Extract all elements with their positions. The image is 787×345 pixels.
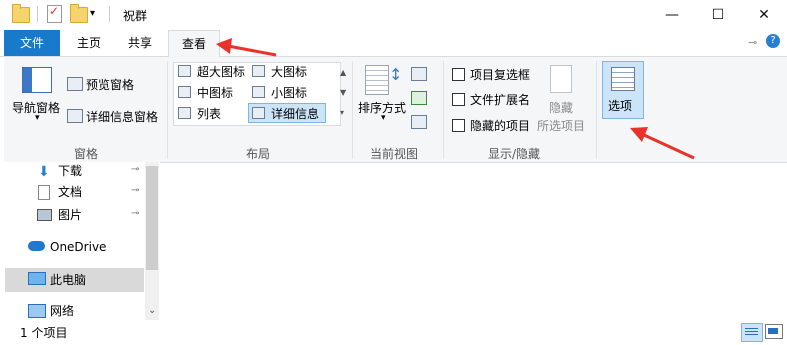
annotation-arrow-to-view-tab	[216, 38, 277, 57]
annotation-arrows	[216, 38, 695, 160]
annotation-arrow-to-options	[630, 127, 695, 160]
